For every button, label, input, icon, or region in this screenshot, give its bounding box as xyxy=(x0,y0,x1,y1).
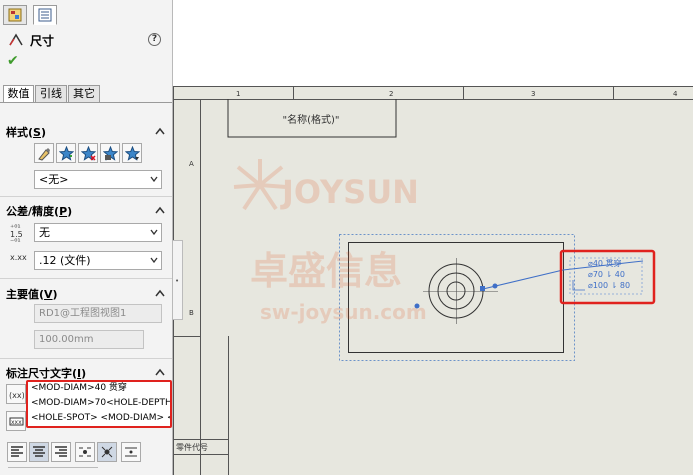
collapse-tolerance-icon[interactable] xyxy=(155,206,165,214)
add-style-icon xyxy=(59,146,74,161)
drawing-sheet[interactable]: 1 2 3 4 A B "名称(格式)" 零件代号 ⌀40 贯穿 ⌀70 ⇂ 4… xyxy=(173,86,693,475)
delete-style-button[interactable] xyxy=(78,143,98,163)
hole-outer-circle xyxy=(428,263,484,319)
row-label-b: B xyxy=(189,309,194,317)
load-style-button[interactable] xyxy=(122,143,142,163)
center-justify-icon xyxy=(101,446,113,458)
primary-value-section-title[interactable]: 主要值(V) xyxy=(6,286,58,302)
collapse-style-icon[interactable] xyxy=(155,127,165,135)
delete-style-icon xyxy=(81,146,96,161)
section-divider xyxy=(0,278,172,279)
tolerance-type-select[interactable]: 无 xyxy=(34,223,162,242)
more-justify-button[interactable] xyxy=(121,442,141,462)
style-section-title[interactable]: 样式(S) xyxy=(6,124,46,140)
tab-leader[interactable]: 引线 xyxy=(35,85,67,103)
tab-other[interactable]: 其它 xyxy=(68,85,100,103)
dimension-text-alt-button[interactable]: xxx xyxy=(6,411,26,431)
collapse-dimtext-icon[interactable] xyxy=(155,368,165,376)
graphics-area-top xyxy=(173,0,693,86)
highlight-box xyxy=(26,380,172,428)
ok-button[interactable]: ✔ xyxy=(7,53,19,69)
collapse-primary-icon[interactable] xyxy=(155,289,165,297)
save-style-icon xyxy=(103,146,118,161)
hole-inner-circle xyxy=(446,281,466,301)
dimension-reference-field: RD1@工程图视图1 xyxy=(34,304,162,323)
part-outline xyxy=(348,242,564,353)
svg-text:(xx): (xx) xyxy=(9,391,24,400)
precision-value: .12 (文件) xyxy=(39,254,91,267)
align-center-button[interactable] xyxy=(29,442,49,462)
save-style-button[interactable] xyxy=(100,143,120,163)
callout-line-3: ⌀100 ⇂ 80 xyxy=(588,281,630,290)
precision-icon: x.xx xyxy=(10,253,27,262)
align-center-icon xyxy=(33,446,45,457)
tolerance-type-icon: ⁺⁰¹ 1.5 ⁻⁰¹ xyxy=(10,223,23,246)
callout-line-1: ⌀40 贯穿 xyxy=(588,258,622,268)
tab-value[interactable]: 数值 xyxy=(3,85,34,103)
apply-style-icon xyxy=(38,148,50,161)
section-divider xyxy=(0,196,172,197)
tab-divider xyxy=(0,102,172,103)
property-manager-panel: 尺寸 ? ✔ 数值 引线 其它 样式(S) <无> 公差/精度(P) ⁺⁰¹ 1.… xyxy=(0,0,173,475)
title-block-text: "名称(格式)" xyxy=(282,113,339,126)
chevron-down-icon xyxy=(150,229,158,235)
more-buttons-row xyxy=(8,467,98,475)
leader-point[interactable] xyxy=(492,283,498,289)
drawing-view-boundary[interactable] xyxy=(339,234,575,361)
column-label-2: 2 xyxy=(389,90,393,98)
footer-text: 零件代号 xyxy=(176,442,208,452)
help-button[interactable]: ? xyxy=(148,33,161,46)
load-style-icon xyxy=(125,146,140,161)
style-select[interactable]: <无> xyxy=(34,170,162,189)
justify-icon xyxy=(79,447,91,457)
dimension-icon xyxy=(9,33,23,46)
precision-select[interactable]: .12 (文件) xyxy=(34,251,162,270)
chevron-down-icon xyxy=(150,176,158,182)
apply-style-button[interactable] xyxy=(34,143,54,163)
align-left-button[interactable] xyxy=(7,442,27,462)
justify-button[interactable] xyxy=(75,442,95,462)
feature-tree-icon xyxy=(8,8,22,22)
feature-manager-tab[interactable] xyxy=(3,5,27,25)
dimension-text-icon: (xx) xyxy=(9,391,24,400)
dimension-value-field: 100.00mm xyxy=(34,330,144,349)
add-style-button[interactable] xyxy=(56,143,76,163)
tolerance-type-value: 无 xyxy=(39,226,50,239)
dimension-text-alt-icon: xxx xyxy=(9,417,24,426)
view-anchor-point[interactable] xyxy=(414,303,420,309)
align-left-icon xyxy=(11,446,23,457)
svg-text:xxx: xxx xyxy=(11,419,22,426)
column-label-3: 3 xyxy=(531,90,535,98)
dimension-text-section-title[interactable]: 标注尺寸文字(I) xyxy=(6,365,86,381)
dimension-text-button[interactable]: (xx) xyxy=(6,384,26,404)
panel-splitter[interactable]: • xyxy=(173,240,183,320)
tolerance-section-title[interactable]: 公差/精度(P) xyxy=(6,203,72,219)
property-manager-tab[interactable] xyxy=(33,5,57,25)
center-justify-button[interactable] xyxy=(97,442,117,462)
style-select-value: <无> xyxy=(39,173,69,186)
align-right-icon xyxy=(55,446,67,457)
splitter-grip-icon: • xyxy=(175,277,180,285)
panel-title: 尺寸 xyxy=(30,34,55,48)
align-right-button[interactable] xyxy=(51,442,71,462)
more-justify-icon xyxy=(125,447,137,457)
callout-line-2: ⌀70 ⇂ 40 xyxy=(588,270,625,279)
leader-handle[interactable] xyxy=(480,286,485,291)
section-divider xyxy=(0,358,172,359)
hole-counterbore-circle xyxy=(437,272,475,310)
column-label-4: 4 xyxy=(673,90,678,98)
property-manager-icon xyxy=(38,8,52,22)
chevron-down-icon xyxy=(150,257,158,263)
check-icon: ✔ xyxy=(7,53,19,69)
row-label-a: A xyxy=(189,160,194,168)
column-label-1: 1 xyxy=(236,90,240,98)
